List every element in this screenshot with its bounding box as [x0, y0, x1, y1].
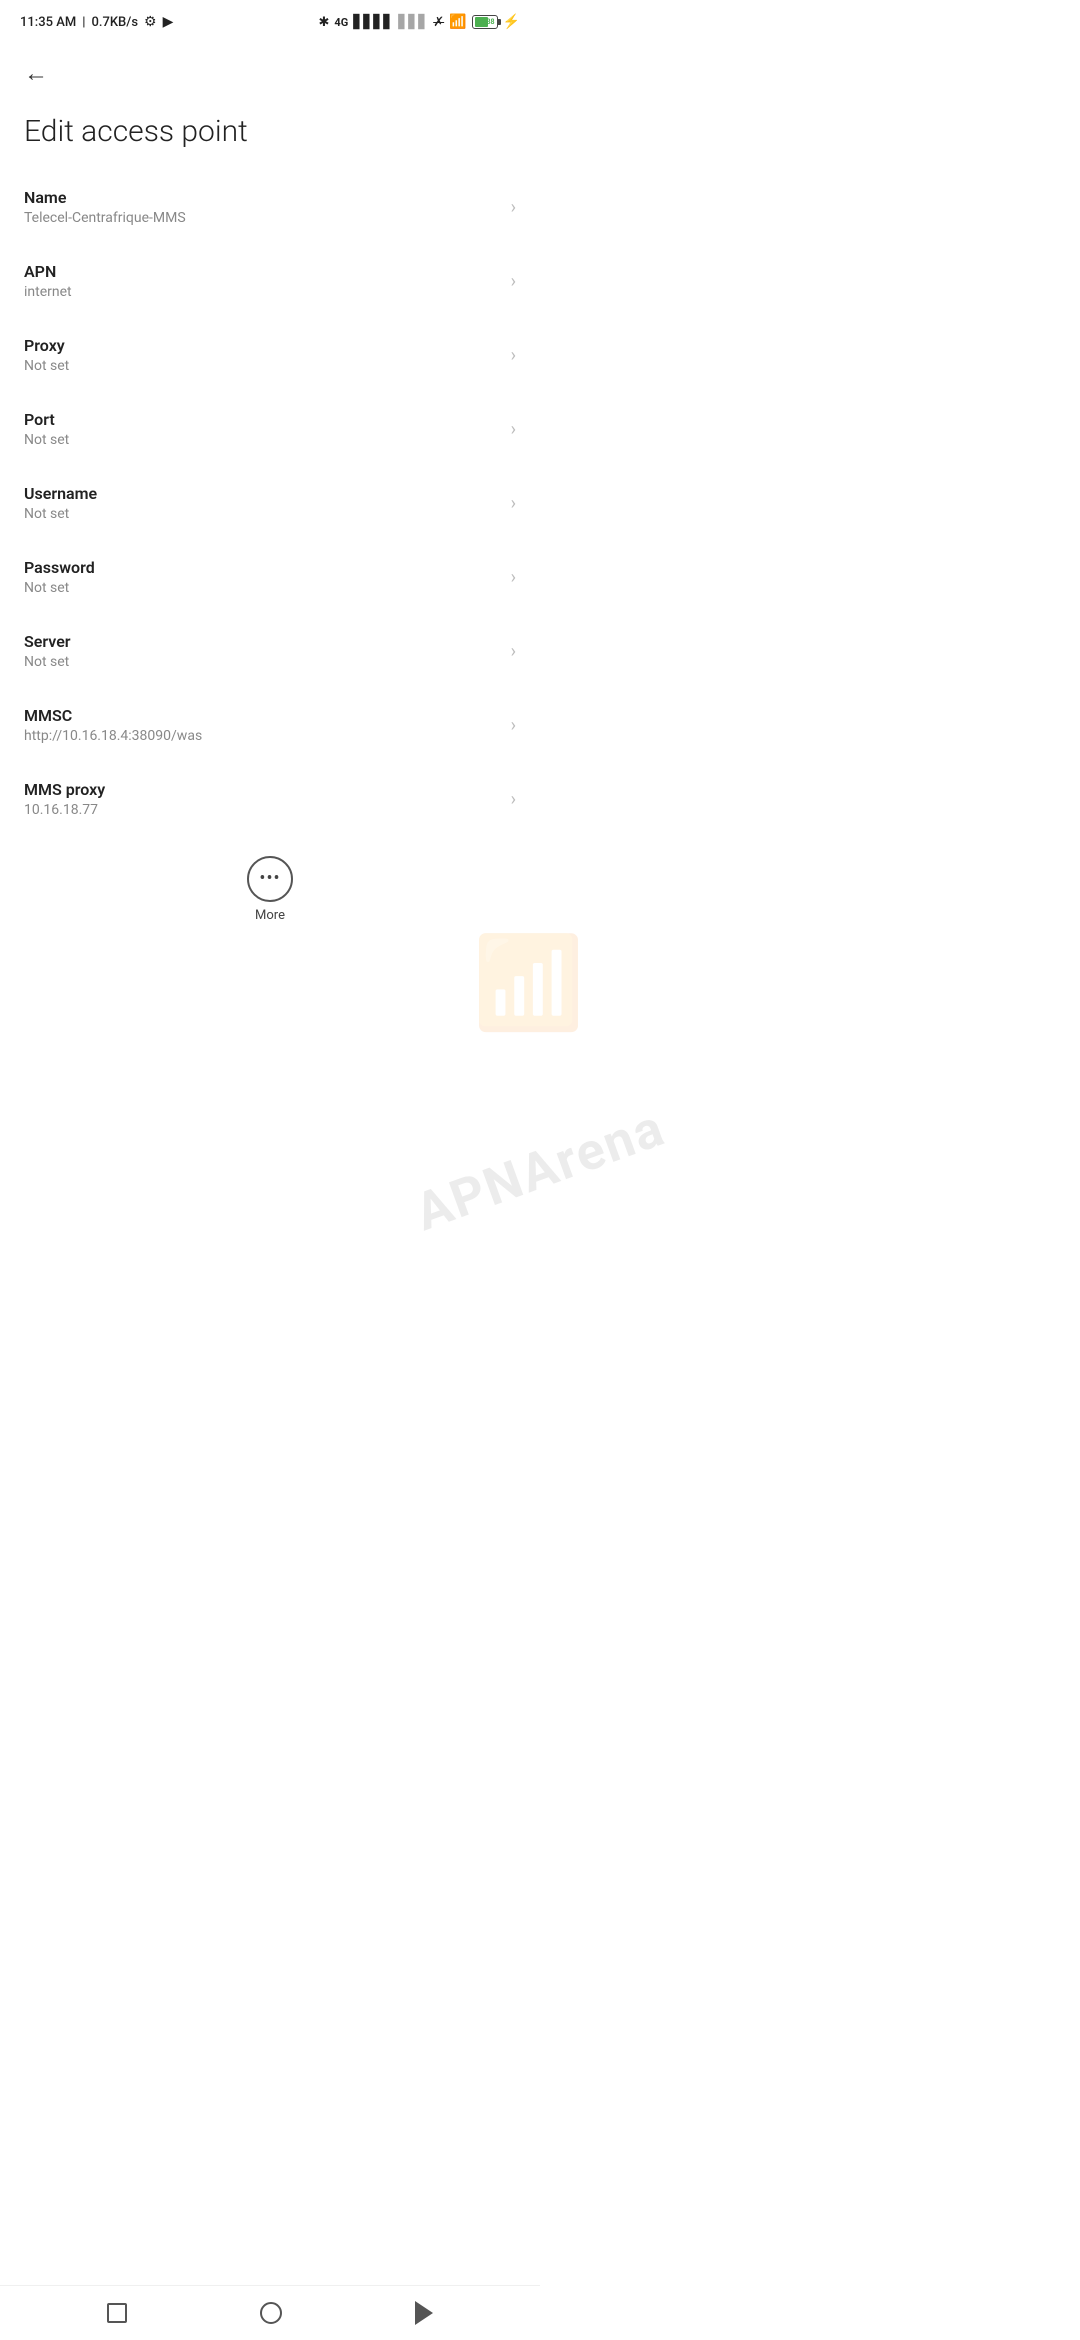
nav-home-button[interactable]	[252, 2294, 290, 2332]
time: 11:35 AM	[20, 15, 76, 30]
signal-bars-icon: ▋▋▋▋	[353, 15, 393, 30]
settings-label-apn: APN	[24, 262, 499, 281]
chevron-server-icon: ›	[511, 641, 516, 662]
video-icon: ▶	[163, 14, 174, 30]
nav-back-icon	[415, 2301, 433, 2325]
settings-label-mms-proxy: MMS proxy	[24, 780, 499, 799]
watermark-wifi-icon: 📶	[473, 930, 585, 1035]
no-signal-icon: ✗	[433, 15, 444, 30]
settings-label-server: Server	[24, 632, 499, 651]
bluetooth-icon: ✱	[319, 15, 330, 30]
back-area: ←	[0, 40, 540, 100]
settings-label-proxy: Proxy	[24, 336, 499, 355]
more-label: More	[255, 908, 285, 923]
settings-value-username: Not set	[24, 506, 499, 522]
settings-value-password: Not set	[24, 580, 499, 596]
settings-icon: ⚙	[144, 14, 157, 30]
settings-list: Name Telecel-Centrafrique-MMS › APN inte…	[0, 170, 540, 836]
chevron-username-icon: ›	[511, 493, 516, 514]
nav-home-icon	[260, 2302, 282, 2324]
chevron-mms-proxy-icon: ›	[511, 789, 516, 810]
settings-value-apn: internet	[24, 284, 499, 300]
settings-item-name[interactable]: Name Telecel-Centrafrique-MMS ›	[0, 170, 540, 244]
status-left: 11:35 AM | 0.7KB/s ⚙ ▶	[20, 14, 173, 30]
back-arrow-icon: ←	[24, 62, 48, 86]
nav-recent-icon	[107, 2303, 127, 2323]
more-dots-icon: •••	[259, 870, 280, 888]
settings-item-server[interactable]: Server Not set ›	[0, 614, 540, 688]
settings-item-mmsc[interactable]: MMSC http://10.16.18.4:38090/was ›	[0, 688, 540, 762]
nav-recent-button[interactable]	[99, 2295, 135, 2331]
settings-item-port[interactable]: Port Not set ›	[0, 392, 540, 466]
settings-value-server: Not set	[24, 654, 499, 670]
settings-item-username[interactable]: Username Not set ›	[0, 466, 540, 540]
divider: |	[82, 15, 85, 30]
nav-bar	[0, 2285, 540, 2340]
chevron-proxy-icon: ›	[511, 345, 516, 366]
chevron-mmsc-icon: ›	[511, 715, 516, 736]
watermark: APNArena	[407, 1097, 672, 1243]
back-button[interactable]: ←	[20, 58, 52, 90]
settings-value-proxy: Not set	[24, 358, 499, 374]
nav-back-button[interactable]	[407, 2293, 441, 2333]
settings-label-mmsc: MMSC	[24, 706, 499, 725]
chevron-password-icon: ›	[511, 567, 516, 588]
chevron-apn-icon: ›	[511, 271, 516, 292]
settings-item-apn[interactable]: APN internet ›	[0, 244, 540, 318]
settings-item-mms-proxy[interactable]: MMS proxy 10.16.18.77 ›	[0, 762, 540, 836]
chevron-port-icon: ›	[511, 419, 516, 440]
speed: 0.7KB/s	[91, 15, 138, 30]
signal-bars2-icon: ▋▋▋	[398, 15, 428, 30]
settings-label-name: Name	[24, 188, 499, 207]
battery-icon: 38	[472, 15, 498, 29]
settings-label-username: Username	[24, 484, 499, 503]
settings-label-password: Password	[24, 558, 499, 577]
settings-value-mmsc: http://10.16.18.4:38090/was	[24, 728, 499, 744]
settings-label-port: Port	[24, 410, 499, 429]
signal-4g-icon: 4G	[334, 16, 348, 29]
chevron-name-icon: ›	[511, 197, 516, 218]
charging-icon: ⚡	[503, 14, 520, 30]
status-right: ✱ 4G ▋▋▋▋ ▋▋▋ ✗ 📶 38 ⚡	[319, 14, 521, 30]
settings-value-name: Telecel-Centrafrique-MMS	[24, 210, 499, 226]
more-circle: •••	[247, 856, 293, 902]
settings-value-port: Not set	[24, 432, 499, 448]
settings-item-password[interactable]: Password Not set ›	[0, 540, 540, 614]
status-bar: 11:35 AM | 0.7KB/s ⚙ ▶ ✱ 4G ▋▋▋▋ ▋▋▋ ✗ 📶…	[0, 0, 540, 40]
more-section[interactable]: ••• More	[0, 836, 540, 939]
settings-item-proxy[interactable]: Proxy Not set ›	[0, 318, 540, 392]
wifi-icon: 📶	[449, 14, 466, 30]
page-title: Edit access point	[0, 100, 540, 170]
settings-value-mms-proxy: 10.16.18.77	[24, 802, 499, 818]
